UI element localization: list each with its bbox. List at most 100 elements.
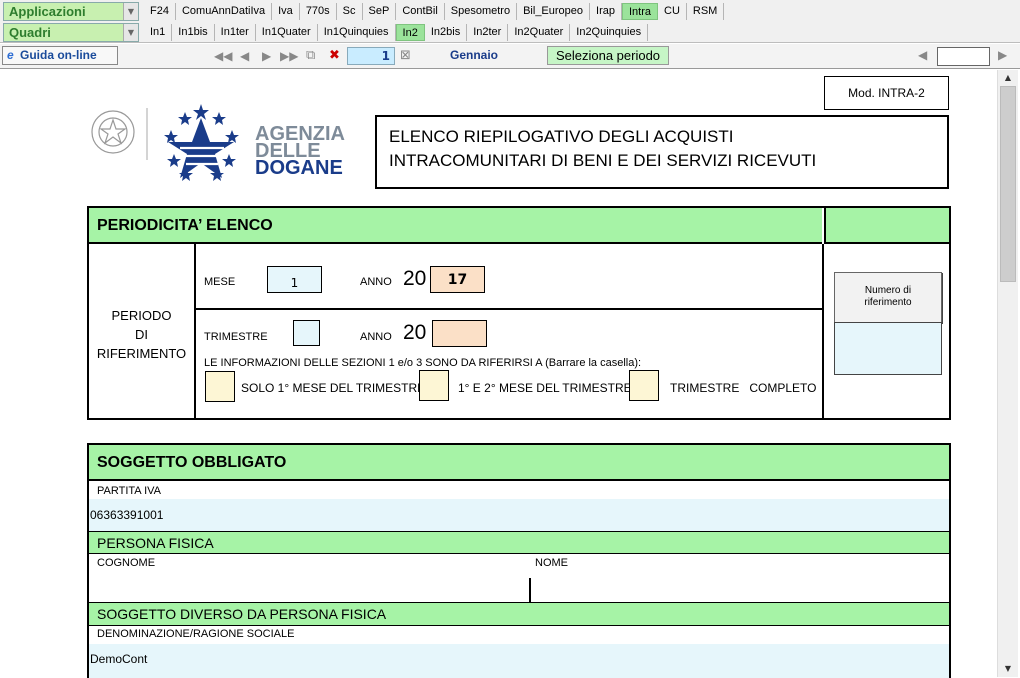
seleziona-periodo-button[interactable]: Seleziona periodo [547,46,669,65]
copy-page-icon[interactable]: ⧉ [306,48,315,64]
mese-label: MESE [204,276,236,288]
periodicita-header: PERIODICITA’ ELENCO [89,208,822,244]
info-text: LE INFORMAZIONI DELLE SEZIONI 1 e/o 3 SO… [204,357,642,369]
partita-iva-field[interactable]: 06363391001 [89,499,949,531]
model-label: Mod. INTRA-2 [824,76,949,110]
solo-primo-mese-checkbox[interactable] [205,371,235,402]
tab-in2bis[interactable]: In2bis [425,23,468,41]
mese-value: 1 [290,276,299,290]
divider [196,308,822,310]
anno2-label: ANNO [360,331,392,343]
tab-spesometro[interactable]: Spesometro [445,2,518,20]
numero-riferimento-button[interactable]: Numero di riferimento [834,272,942,323]
tab-in1quater[interactable]: In1Quater [256,23,318,41]
next-page-icon[interactable]: ▶ [262,48,271,64]
last-page-icon[interactable]: ▶▶ [280,48,298,64]
periodo-label: PERIODO DI RIFERIMENTO [89,306,194,363]
goto-page-icon[interactable]: ⊠ [400,48,411,64]
mese-field[interactable]: 1 [267,266,322,293]
tab-bil-europeo[interactable]: Bil_Europeo [517,2,591,20]
tab-in1bis[interactable]: In1bis [172,23,215,41]
tab-rsm[interactable]: RSM [687,2,725,20]
tab-in2quater[interactable]: In2Quater [508,23,571,41]
cognome-label: COGNOME [97,557,156,569]
soggetto-diverso-title: SOGGETTO DIVERSO DA PERSONA FISICA [97,606,387,622]
periodicita-header-right [824,208,949,244]
page-number-field[interactable]: 1 [347,47,395,65]
divider [529,578,531,602]
nav-input-field[interactable] [937,47,990,66]
tab-in1ter[interactable]: In1ter [215,23,256,41]
nome-field[interactable] [531,571,949,602]
soggetto-header: SOGGETTO OBBLIGATO [89,445,949,481]
persona-fisica-title: PERSONA FISICA [97,535,214,551]
opt1-label: SOLO 1° MESE DEL TRIMESTRE [241,381,426,395]
tab-f24[interactable]: F24 [144,2,176,20]
tab-in1[interactable]: In1 [144,23,173,41]
prev-page-icon[interactable]: ◀ [240,48,249,64]
opt2-label: 1° E 2° MESE DEL TRIMESTRE [458,381,632,395]
title-line2: INTRACOMUNITARI DI BENI E DEI SERVIZI RI… [389,151,817,170]
anno-field[interactable]: 17 [430,266,485,293]
trimestre-label: TRIMESTRE [204,331,268,343]
divider [194,244,196,418]
applications-bar: Applicazioni ▼ F24 ComuAnnDatiIva Iva 770s S… [0,0,1020,22]
agenzia-dogane-logo: AGENZIA DELLE DOGANE [88,96,358,184]
logo-text: AGENZIA DELLE DOGANE [255,124,345,179]
numero-riferimento-field[interactable] [834,322,942,375]
guida-online-button[interactable]: e Guida on-line [2,46,118,65]
applicazioni-dropdown[interactable]: Applicazioni ▼ [3,2,139,21]
denominazione-value: DemoCont [90,652,148,666]
anno-prefix: 20 [403,267,427,290]
anno2-prefix: 20 [403,321,427,344]
quadri-bar: Quadri ▼ In1 In1bis In1ter In1Quater In1Quin… [0,22,1020,43]
denominazione-field[interactable]: DemoCont [89,644,949,678]
scroll-down-icon[interactable]: ▼ [998,661,1018,677]
tab-770s[interactable]: 770s [300,2,337,20]
anno-label: ANNO [360,276,392,288]
primo-secondo-mese-checkbox[interactable] [419,370,449,401]
partita-iva-value: 06363391001 [90,508,164,522]
tab-iva[interactable]: Iva [272,2,300,20]
cognome-field[interactable] [89,571,529,602]
apps-tabbar: F24 ComuAnnDatiIva Iva 770s Sc SeP ContBil Spes… [144,0,725,22]
scroll-right-icon[interactable]: ▶ [998,48,1007,62]
vertical-scrollbar[interactable]: ▲ ▼ [997,70,1018,677]
partita-iva-label: PARTITA IVA [97,485,161,497]
quadri-label: Quadri [9,25,51,40]
title-line1: ELENCO RIEPILOGATIVO DEGLI ACQUISTI [389,127,734,146]
numero-riferimento-label: Numero di riferimento [864,285,912,308]
tab-comuanndatiiva[interactable]: ComuAnnDatiIva [176,2,273,20]
opt3-label: TRIMESTRE COMPLETO [670,381,817,395]
chevron-down-icon[interactable]: ▼ [123,3,138,20]
tab-in2[interactable]: In2 [395,23,425,41]
tab-in2ter[interactable]: In2ter [467,23,509,41]
help-icon: e [7,48,14,62]
tab-in1quinquies[interactable]: In1Quinquies [318,23,396,41]
form-title: ELENCO RIEPILOGATIVO DEGLI ACQUISTI INTR… [375,115,949,189]
trimestre-completo-checkbox[interactable] [629,370,659,401]
delete-page-icon[interactable]: ✖ [329,48,340,64]
first-page-icon[interactable]: ◀◀ [214,48,232,64]
scroll-thumb[interactable] [1000,86,1016,282]
quadri-dropdown[interactable]: Quadri ▼ [3,23,139,42]
scroll-up-icon[interactable]: ▲ [998,70,1018,86]
logo-line3: DOGANE [255,157,343,179]
divider [822,244,824,418]
soggetto-title: SOGGETTO OBBLIGATO [97,454,287,471]
tab-sep[interactable]: SeP [363,2,397,20]
denominazione-label: DENOMINAZIONE/RAGIONE SOCIALE [97,628,295,640]
periodicita-title: PERIODICITA’ ELENCO [97,217,273,234]
persona-fisica-header: PERSONA FISICA [89,531,949,554]
tab-intra[interactable]: Intra [622,2,659,20]
chevron-down-icon[interactable]: ▼ [123,24,138,41]
anno-value: 17 [447,272,468,288]
tab-irap[interactable]: Irap [590,2,622,20]
scroll-left-icon[interactable]: ◀ [918,48,927,62]
tab-in2quinquies[interactable]: In2Quinquies [570,23,649,41]
trimestre-field[interactable] [293,320,320,346]
tab-cu[interactable]: CU [658,2,687,20]
anno2-field[interactable] [432,320,487,347]
tab-sc[interactable]: Sc [337,2,363,20]
tab-contbil[interactable]: ContBil [396,2,445,20]
